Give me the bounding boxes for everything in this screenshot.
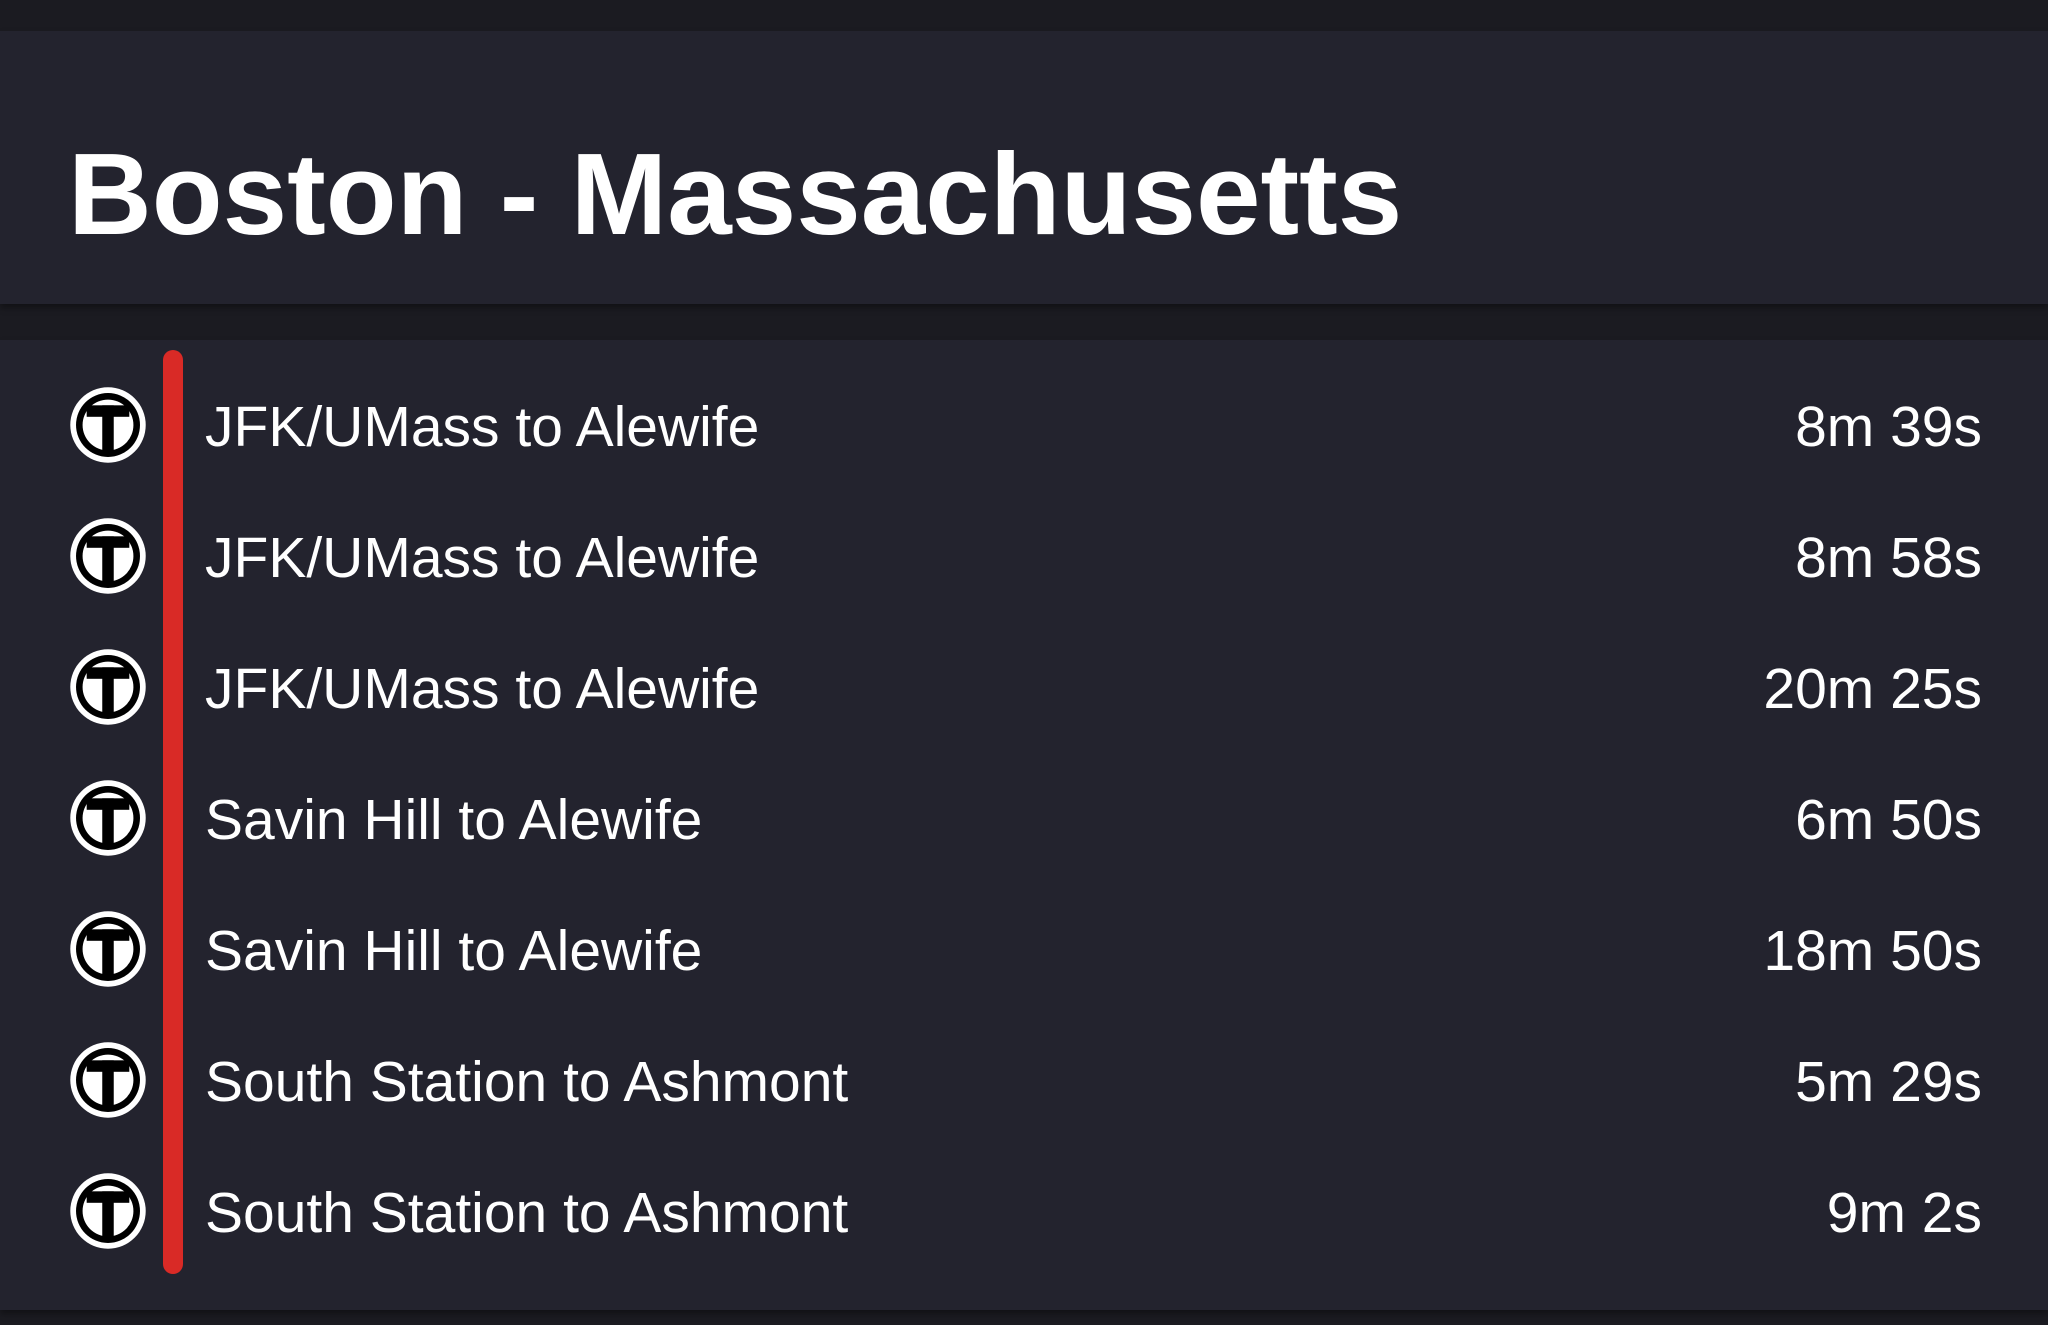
mbta-t-icon bbox=[70, 911, 146, 987]
trip-name: JFK/UMass to Alewife bbox=[205, 657, 760, 721]
header-card: Boston - Massachusetts bbox=[0, 31, 2048, 304]
trip-time: 18m 50s bbox=[1763, 919, 1982, 983]
trip-name: South Station to Ashmont bbox=[205, 1050, 849, 1114]
trip-name: JFK/UMass to Alewife bbox=[205, 395, 760, 459]
trip-name: Savin Hill to Alewife bbox=[205, 788, 703, 852]
trip-name: South Station to Ashmont bbox=[205, 1181, 849, 1245]
trip-time: 9m 2s bbox=[1826, 1181, 1982, 1245]
trip-row[interactable]: JFK/UMass to Alewife 20m 25s bbox=[0, 625, 2048, 756]
trip-row[interactable]: South Station to Ashmont 9m 2s bbox=[0, 1149, 2048, 1280]
trip-row[interactable]: Savin Hill to Alewife 6m 50s bbox=[0, 756, 2048, 887]
trip-row[interactable]: Savin Hill to Alewife 18m 50s bbox=[0, 887, 2048, 1018]
mbta-t-icon bbox=[70, 518, 146, 594]
mbta-t-icon bbox=[70, 649, 146, 725]
page-title: Boston - Massachusetts bbox=[68, 129, 1403, 259]
trip-name: JFK/UMass to Alewife bbox=[205, 526, 760, 590]
trip-name: Savin Hill to Alewife bbox=[205, 919, 703, 983]
trip-row[interactable]: JFK/UMass to Alewife 8m 39s bbox=[0, 363, 2048, 494]
trip-row[interactable]: JFK/UMass to Alewife 8m 58s bbox=[0, 494, 2048, 625]
trip-time: 8m 58s bbox=[1795, 526, 1982, 590]
mbta-t-icon bbox=[70, 780, 146, 856]
mbta-t-icon bbox=[70, 1173, 146, 1249]
trip-time: 8m 39s bbox=[1795, 395, 1982, 459]
trip-time: 20m 25s bbox=[1763, 657, 1982, 721]
trip-row[interactable]: South Station to Ashmont 5m 29s bbox=[0, 1018, 2048, 1149]
trip-time: 5m 29s bbox=[1795, 1050, 1982, 1114]
mbta-t-icon bbox=[70, 387, 146, 463]
mbta-t-icon bbox=[70, 1042, 146, 1118]
trip-time: 6m 50s bbox=[1795, 788, 1982, 852]
app-screen: Boston - Massachusetts JFK/UMass to Alew… bbox=[0, 0, 2048, 1325]
